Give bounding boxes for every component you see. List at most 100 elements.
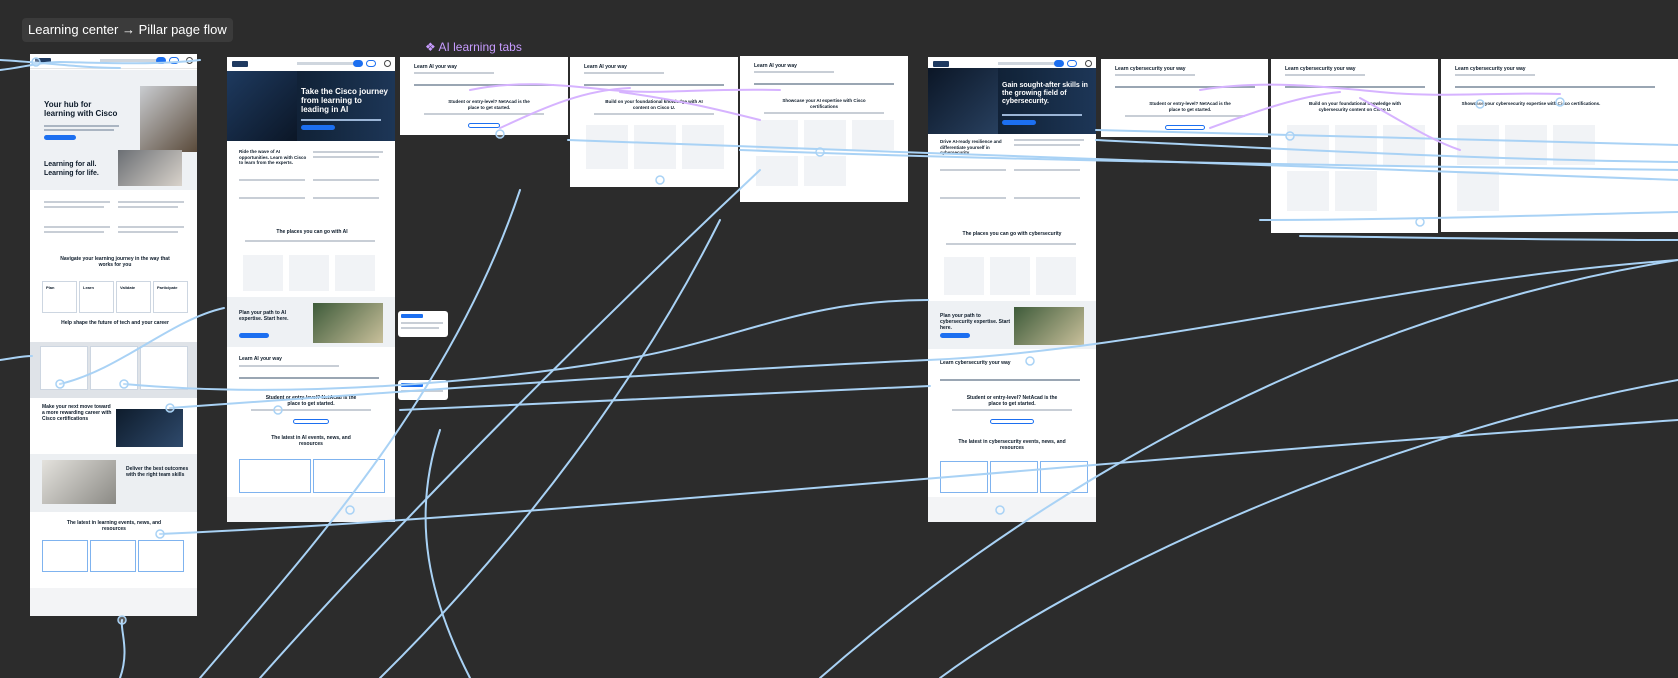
text-line [313,197,379,199]
annotation-note[interactable] [398,311,448,337]
learn-heading: Learn cybersecurity your way [940,360,1011,366]
tab-strip [584,84,724,86]
text-line [594,113,714,115]
news-card [1040,461,1088,493]
text-line [118,206,178,208]
student-heading: Student or entry-level? NetAcad is the p… [265,395,357,407]
tab-strip [1285,86,1425,88]
text-line [1014,169,1080,171]
nav-links [998,62,1058,65]
footer [30,588,197,616]
text-line [424,113,544,115]
text-line [1115,74,1195,76]
frame-cyber-tab-netacad[interactable]: Learn cybersecurity your way Student or … [1101,59,1268,137]
text-line [414,72,494,74]
course-column [682,125,724,169]
hero-subtitle [44,129,114,131]
text-line [44,201,110,203]
connector [169,259,1678,409]
text-line [946,243,1076,245]
cert-column [804,156,846,186]
tab-strip [1455,86,1655,88]
course-column [1287,125,1329,165]
news-card [940,461,988,493]
cisco-logo [35,58,51,64]
tab-title: Learn AI your way [414,64,457,70]
tab-title: Learn cybersecurity your way [1455,66,1526,72]
flow-title[interactable]: Learning center → Pillar page flow [22,18,233,42]
text-line [118,231,178,233]
course-column [634,125,676,169]
text-line [1014,139,1084,141]
search-icon [1085,60,1092,67]
student-heading: Student or entry-level? NetAcad is the p… [966,395,1058,407]
cert-column [1553,125,1595,165]
journey-card: Validate [116,281,151,313]
netacad-cta [990,419,1034,424]
hero-photo [928,68,998,134]
news-card [239,459,311,493]
text-line [44,231,104,233]
tab-title: Learn AI your way [584,64,627,70]
hero-cta [44,135,76,140]
annotation-tag [401,314,423,318]
frame-cybersecurity-pillar[interactable]: Gain sought-after skills in the growing … [928,57,1096,522]
text-line [239,179,305,181]
frame-learning-center[interactable]: Your hub for learning with Cisco Learnin… [30,54,197,616]
nav-button [1067,60,1077,67]
journey-card-label: Validate [120,285,136,290]
team-heading: Deliver the best outcomes with the right… [126,466,189,478]
pillar-card-ai [40,346,88,390]
text-line [239,197,305,199]
hero-photo [140,86,197,152]
journey-card: Learn [79,281,114,313]
tab-body-heading: Showcase your cybersecurity expertise wi… [1461,101,1601,106]
text-line [1014,144,1080,146]
course-column [1383,125,1425,165]
course-column [1287,171,1329,211]
frame-cyber-tab-certifications[interactable]: Learn cybersecurity your way Showcase yo… [1441,59,1678,232]
frame-ai-pillar[interactable]: Take the Cisco journey from learning to … [227,57,395,522]
text-line [245,240,375,242]
text-line [584,72,664,74]
frame-ai-tab-certifications[interactable]: Learn AI your way Showcase your AI exper… [740,56,908,202]
nav-button [156,57,166,64]
section-label[interactable]: ❖ AI learning tabs [425,38,522,56]
ride-heading: Ride the wave of AI opportunities. Learn… [239,149,307,165]
hero-title: Your hub for learning with Cisco [44,100,118,118]
journey-card-label: Plan [46,285,55,290]
hero-title: Take the Cisco journey from learning to … [301,87,388,114]
journey-heading: Navigate your learning journey in the wa… [60,256,170,268]
annotation-note[interactable] [398,380,448,400]
text-line [239,365,339,367]
tab-strip [239,377,379,379]
hero-subtitle [1002,114,1082,116]
cert-column [756,156,798,186]
text-line [44,206,104,208]
text-line [313,151,383,153]
nav-button [1054,60,1064,67]
tab-body-heading: Showcase your AI expertise with Cisco ce… [782,98,866,109]
section-label-text: AI learning tabs [438,40,522,54]
text-line [1014,197,1080,199]
path-cta [239,333,269,338]
news-card [90,540,136,572]
latest-heading: The latest in learning events, news, and… [66,520,162,532]
frame-cyber-tab-cisco-u[interactable]: Learn cybersecurity your way Build on yo… [1271,59,1438,233]
connector [119,619,126,678]
team-photo [42,460,116,504]
footer [928,497,1096,522]
frame-ai-tab-cisco-u[interactable]: Learn AI your way Build on your foundati… [570,57,738,187]
path-photo [313,303,383,343]
text-line [401,327,439,329]
tab-strip [940,379,1080,381]
news-card [138,540,184,572]
shape-heading: Help shape the future of tech and your c… [61,320,169,326]
cisco-logo [232,61,248,67]
hero-title: Gain sought-after skills in the growing … [1002,82,1088,105]
text-line [401,322,443,324]
tagline-photo [118,150,182,186]
cert-column [1457,171,1499,211]
frame-ai-tab-netacad[interactable]: Learn AI your way Student or entry-level… [400,57,568,135]
tab-body-heading: Student or entry-level? NetAcad is the p… [448,99,530,110]
